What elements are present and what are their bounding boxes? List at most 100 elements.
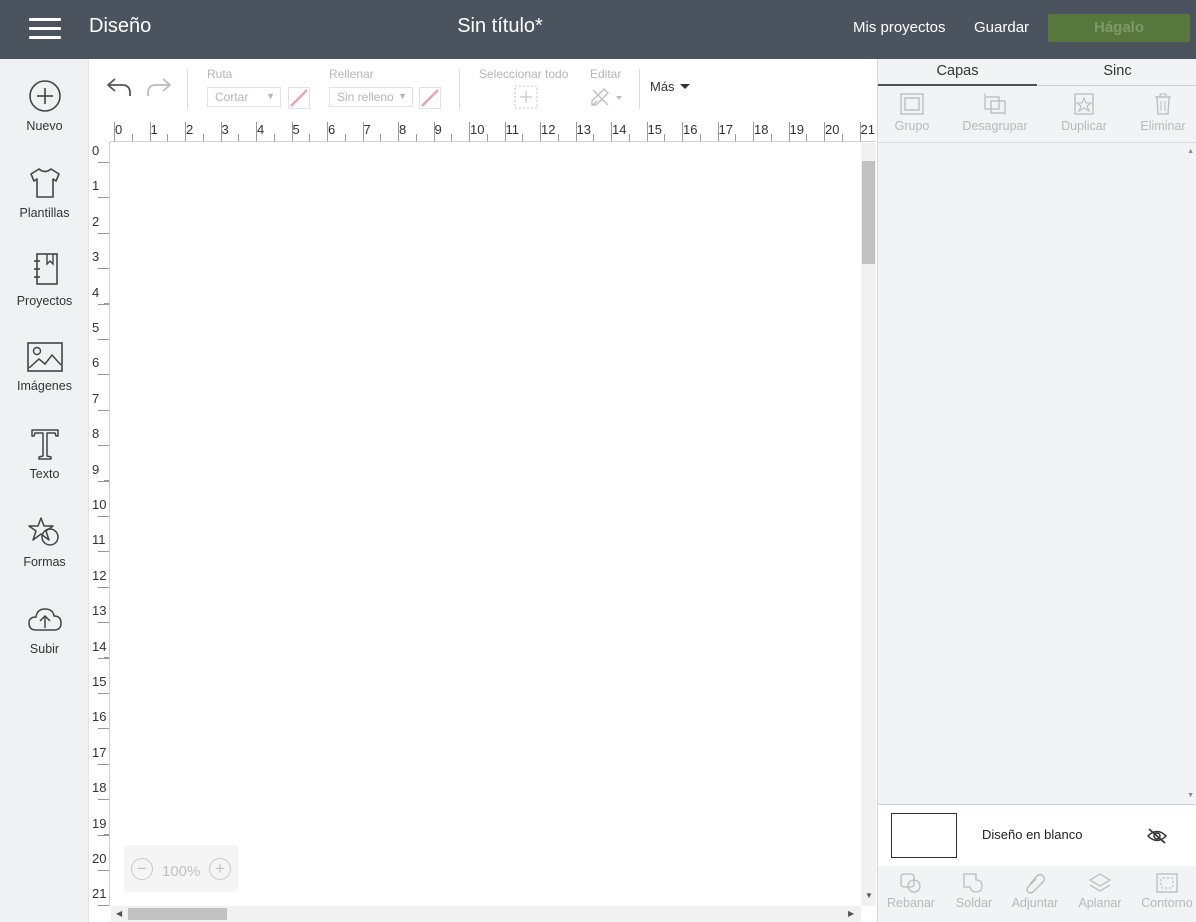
sidebar-item-templates[interactable]: Plantillas: [0, 166, 89, 220]
path-color-swatch-icon[interactable]: [288, 87, 310, 109]
fill-color-swatch-icon[interactable]: [419, 87, 441, 109]
blank-canvas-layer[interactable]: Diseño en blanco: [878, 804, 1196, 866]
ruler-left-number: 11: [92, 532, 106, 548]
ruler-tick: [104, 267, 109, 269]
ruler-tick: [717, 122, 719, 141]
ruler-top-number: 13: [576, 122, 591, 137]
sidebar-item-projects[interactable]: Proyectos: [0, 252, 89, 308]
ruler-top-number: 18: [754, 122, 769, 137]
ruler-tick: [104, 444, 109, 446]
ruler-left-number: 18: [92, 780, 107, 796]
ruler-tick: [380, 134, 382, 141]
scroll-down-arrow-icon[interactable]: ▼: [1187, 792, 1194, 799]
scroll-left-arrow-icon[interactable]: ◀: [116, 909, 122, 918]
ruler-tick: [291, 122, 293, 141]
horizontal-scrollbar[interactable]: ◀ ▶: [111, 906, 861, 922]
vertical-scroll-thumb[interactable]: [862, 161, 875, 264]
image-icon: [26, 342, 63, 372]
ruler-tick: [149, 122, 151, 141]
sidebar-item-shapes[interactable]: Formas: [0, 515, 89, 569]
slice-button[interactable]: Rebanar: [879, 872, 943, 910]
sidebar-item-upload[interactable]: Subir: [0, 604, 89, 656]
tab-layers[interactable]: Capas: [878, 59, 1037, 86]
ruler-tick: [238, 134, 240, 141]
ruler-tick: [104, 869, 109, 871]
scroll-up-arrow-icon[interactable]: ▲: [1187, 148, 1194, 155]
ruler-tick: [433, 122, 435, 141]
attach-button[interactable]: Adjuntar: [1003, 872, 1067, 910]
ruler-tick: [806, 134, 808, 141]
scroll-right-arrow-icon[interactable]: ▶: [848, 909, 854, 918]
ruler-tick: [104, 161, 109, 163]
vertical-scrollbar[interactable]: ▼: [861, 143, 876, 906]
zoom-out-button[interactable]: −: [131, 858, 153, 880]
edit-tools-icon[interactable]: [589, 85, 625, 109]
zoom-in-button[interactable]: +: [209, 858, 231, 880]
hide-eye-icon[interactable]: [1146, 827, 1168, 845]
my-projects-link[interactable]: Mis proyectos: [853, 19, 946, 36]
ruler-tick: [699, 134, 701, 141]
undo-icon[interactable]: [105, 75, 133, 99]
caret-down-icon: [679, 84, 690, 89]
scroll-down-arrow-icon[interactable]: ▼: [865, 891, 873, 900]
make-it-button[interactable]: Hágalo: [1048, 14, 1190, 42]
redo-icon[interactable]: [145, 75, 173, 99]
ruler-left-number: 19: [92, 815, 107, 831]
more-menu-button[interactable]: Más: [650, 79, 690, 94]
ruler-tick: [104, 480, 109, 482]
ruler-tick: [753, 122, 754, 141]
delete-button[interactable]: Eliminar: [1123, 92, 1196, 133]
weld-button[interactable]: Soldar: [942, 872, 1006, 910]
ruler-left-number: 5: [92, 320, 100, 335]
ungroup-button[interactable]: Desagrupar: [955, 92, 1035, 133]
ruler-top-number: 20: [825, 122, 840, 137]
save-button[interactable]: Guardar: [974, 19, 1029, 36]
tab-sync[interactable]: Sinc: [1038, 59, 1196, 86]
ruler-left-number: 7: [92, 390, 100, 406]
sidebar-item-images[interactable]: Imágenes: [0, 341, 89, 393]
ruler-tick: [504, 122, 506, 141]
trash-icon: [1155, 93, 1171, 115]
sidebar-item-text[interactable]: Texto: [0, 427, 89, 481]
toolbar-separator: [459, 69, 460, 109]
ruler-tick: [859, 122, 861, 141]
flatten-label: Aplanar: [1078, 896, 1122, 910]
flatten-button[interactable]: Aplanar: [1068, 872, 1132, 910]
ruler-tick: [735, 134, 737, 141]
dropdown-arrow-icon: ▼: [266, 91, 275, 101]
sidebar-item-label: Formas: [23, 555, 66, 569]
ruler-top-number: 17: [718, 122, 733, 137]
ruler-left-number: 15: [92, 674, 107, 689]
ruler-left-number: 17: [92, 744, 107, 760]
blank-canvas-swatch[interactable]: [891, 813, 957, 858]
ruler-top-number: 5: [292, 122, 300, 137]
select-all-icon[interactable]: [514, 85, 538, 109]
ruler-tick: [104, 303, 109, 305]
contour-button[interactable]: Contorno: [1135, 872, 1196, 910]
ruler-tick: [104, 728, 109, 730]
weld-label: Soldar: [955, 896, 993, 910]
fill-type-select[interactable]: Sin relleno ▼: [329, 87, 413, 107]
ruler-top-number: 2: [186, 122, 194, 137]
flatten-icon: [1088, 873, 1112, 892]
weld-icon: [963, 873, 983, 893]
group-button[interactable]: Grupo: [872, 92, 952, 133]
ruler-tick: [104, 551, 109, 553]
fill-label: Rellenar: [329, 67, 374, 81]
sidebar-item-new[interactable]: Nuevo: [0, 79, 89, 133]
text-icon: [30, 429, 59, 460]
ruler-tick: [104, 798, 109, 800]
zoom-control: − 100% +: [124, 845, 238, 892]
ruler-top-number: 8: [399, 122, 407, 137]
duplicate-button[interactable]: Duplicar: [1044, 92, 1124, 133]
ruler-tick: [593, 134, 595, 141]
ruler-top-number: 11: [505, 122, 520, 137]
ruler-tick: [469, 122, 470, 141]
design-canvas[interactable]: [111, 143, 861, 906]
ruler-left-number: 1: [92, 178, 100, 194]
ruler-tick: [398, 122, 399, 141]
path-type-select[interactable]: Cortar ▼: [207, 87, 281, 107]
horizontal-scroll-thumb[interactable]: [128, 908, 227, 920]
toolbar-separator: [187, 69, 188, 109]
ungroup-label: Desagrupar: [962, 119, 1028, 133]
